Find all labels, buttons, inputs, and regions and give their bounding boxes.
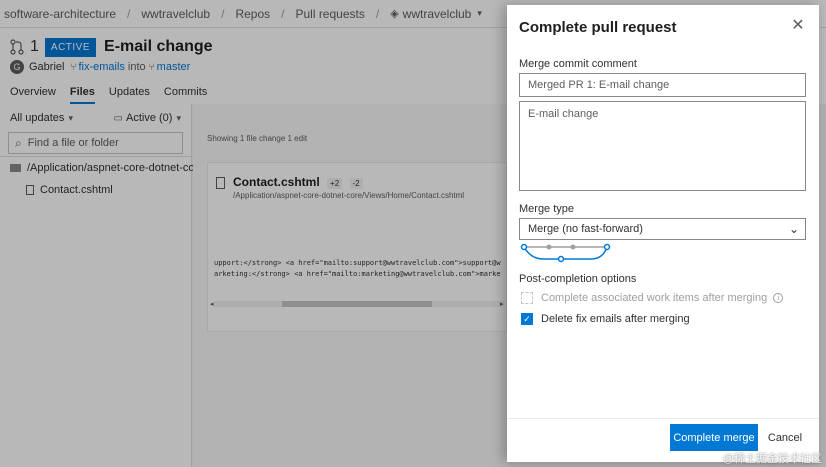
merge-type-select[interactable]: Merge (no fast-forward) ⌄ bbox=[519, 218, 806, 240]
cancel-button[interactable]: Cancel bbox=[765, 424, 805, 451]
complete-merge-button[interactable]: Complete merge bbox=[670, 424, 758, 451]
complete-work-items-option: Complete associated work items after mer… bbox=[521, 292, 784, 304]
delete-branch-checkbox[interactable]: ✓ bbox=[521, 313, 533, 325]
post-completion-label: Post-completion options bbox=[519, 273, 637, 285]
close-icon[interactable]: ✕ bbox=[791, 18, 805, 34]
merge-type-label: Merge type bbox=[519, 203, 575, 215]
panel-title: Complete pull request bbox=[519, 19, 677, 36]
merge-description-textarea[interactable]: E-mail change bbox=[519, 101, 806, 191]
delete-branch-option[interactable]: ✓ Delete fix emails after merging bbox=[521, 313, 690, 325]
info-icon[interactable]: i bbox=[773, 293, 784, 303]
chevron-down-icon: ⌄ bbox=[788, 222, 799, 236]
complete-work-items-checkbox bbox=[521, 292, 533, 304]
merge-commit-label: Merge commit comment bbox=[519, 58, 637, 70]
watermark: @稀土掘金技术社区 bbox=[722, 453, 822, 465]
merge-graph-icon bbox=[520, 243, 611, 263]
complete-pull-request-panel: Complete pull request ✕ Merge commit com… bbox=[507, 5, 819, 462]
merge-commit-input[interactable] bbox=[519, 73, 806, 97]
